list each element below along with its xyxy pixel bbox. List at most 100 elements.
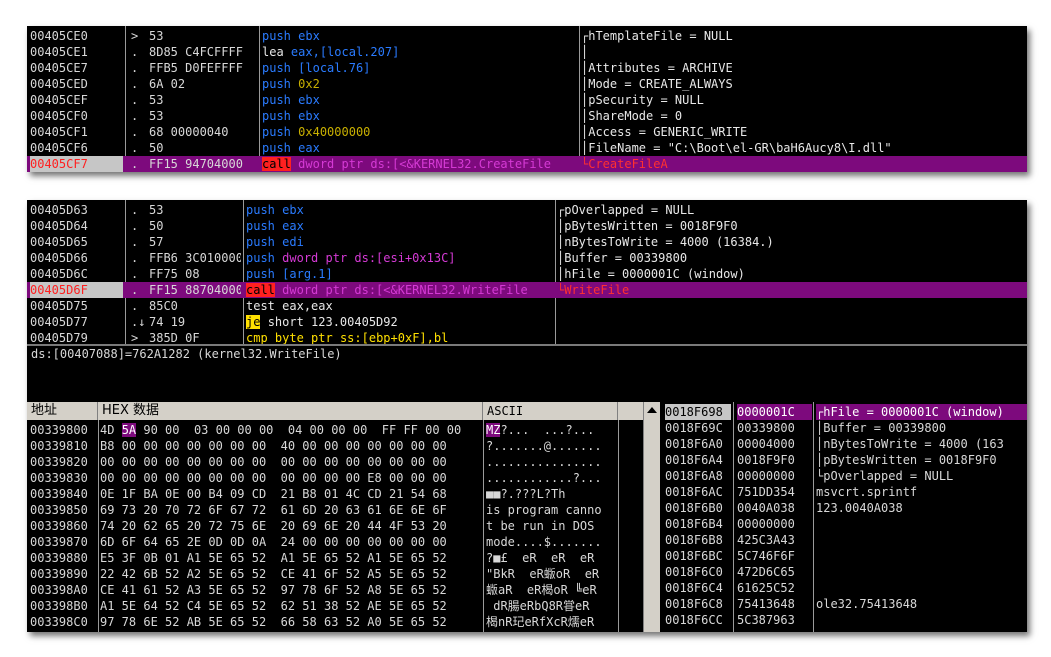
stack-row[interactable]: 0018F6B0 0040A038 123.0040A038	[659, 500, 1027, 516]
stack-value: 75413648	[737, 597, 795, 611]
dump-hex: 00 00 00 00 00 00 00 00 00 00 00 00 00 0…	[100, 454, 482, 470]
dump-row[interactable]: 00339800 4D 5A 90 00 03 00 00 00 04 00 00…	[27, 422, 649, 438]
dump-header-ascii[interactable]: ASCII	[483, 402, 618, 420]
hex-dump-pane[interactable]: 地址 HEX 数据 ASCII 00339800 4D 5A 90 00 03 0…	[27, 402, 649, 632]
hex-bytes: A1 5E 64 52 C4 5E 65 52 62 51 38 52 AE 5…	[100, 599, 447, 613]
opcode-bytes: FFB6 3C010000	[149, 251, 241, 265]
comment-cell: │Mode = CREATE_ALWAYS	[581, 77, 733, 91]
dump-row[interactable]: 00339850 69 73 20 70 72 6F 67 72 61 6D 20…	[27, 502, 649, 518]
stack-row[interactable]: 0018F6AC 751DD354 msvcrt.sprintf	[659, 484, 1027, 500]
hex-bytes: B8 00 00 00 00 00 00 00 40 00 00 00 00 0…	[100, 439, 447, 453]
disasm-row[interactable]: 00405CF1. 68 00000040 push 0x40000000 │Acce…	[27, 124, 1027, 140]
disasm-pane[interactable]: 00405D63. 53 push ebx ┌pOverlapped = NULL 00…	[27, 200, 1027, 344]
disasm-row[interactable]: 00405CF0. 53 push ebx │ShareMode = 0	[27, 108, 1027, 124]
flow-mark: .	[131, 203, 139, 217]
hex-bytes: 97 78 6E 52 AB 5E 65 52 66 58 63 52 A0 5…	[100, 615, 447, 629]
disasm-row[interactable]: 00405CEF. 53 push ebx │pSecurity = NULL	[27, 92, 1027, 108]
opcode-bytes: FFB5 D0FEFFFF	[149, 61, 243, 75]
address-cell: 00405D77	[30, 315, 88, 329]
disasm-row[interactable]: 00405D66. FFB6 3C010000 push dword ptr ds:…	[27, 250, 1027, 266]
disasm-row[interactable]: 00405CE0 >53 push ebx ┌hTemplateFile = NULL	[27, 28, 1027, 44]
opcode-bytes: 50	[149, 141, 164, 155]
hex-bytes: 90 00 03 00 00 00 04 00 00 00 FF FF 00 0…	[136, 423, 462, 437]
comment-cell: │Buffer = 00339800	[557, 251, 688, 265]
dump-header-hex[interactable]: HEX 数据	[98, 402, 483, 420]
comment-cell: │	[581, 45, 589, 59]
dump-row[interactable]: 00339810 B8 00 00 00 00 00 00 00 40 00 00…	[27, 438, 649, 454]
stack-row[interactable]: 0018F6C4 61625C52	[659, 580, 1027, 596]
dump-row[interactable]: 003398C0 97 78 6E 52 AB 5E 65 52 66 58 63…	[27, 614, 649, 630]
dump-row[interactable]: 003398A0 CE 41 61 52 A3 5E 65 52 97 78 6F…	[27, 582, 649, 598]
stack-address: 0018F6A4	[665, 453, 723, 467]
dump-header-address[interactable]: 地址	[27, 402, 98, 420]
dump-row[interactable]: 00339890 22 42 6B 52 A2 5E 65 52 CE 41 6F…	[27, 566, 649, 582]
dump-ascii: "BkR eR蝂oR eR	[486, 566, 617, 582]
dump-row[interactable]: 00339870 6D 6F 64 65 2E 0D 0D 0A 24 00 00…	[27, 534, 649, 550]
stack-comment: │nBytesToWrite = 4000 (163	[816, 437, 1004, 451]
disasm-row[interactable]: 00405D6C. FF75 08 push [arg.1] │hFile = 000…	[27, 266, 1027, 282]
disasm-row[interactable]: 00405CE7. FFB5 D0FEFFFF push [local.76] │At…	[27, 60, 1027, 76]
stack-row[interactable]: 0018F698 0000001C ┌hFile = 0000001C (windo…	[659, 404, 1027, 420]
dump-row[interactable]: 00339820 00 00 00 00 00 00 00 00 00 00 00…	[27, 454, 649, 470]
stack-row[interactable]: 0018F6BC 5C746F6F	[659, 548, 1027, 564]
operand: ebx	[298, 29, 320, 43]
mnemonic: cmp	[246, 331, 268, 344]
address-cell: 00405D6C	[30, 267, 88, 281]
stack-row[interactable]: 0018F6A0 00004000 │nBytesToWrite = 4000 (1…	[659, 436, 1027, 452]
stack-row[interactable]: 0018F6C0 472D6C65	[659, 564, 1027, 580]
stack-row[interactable]: 0018F6C8 75413648 ole32.75413648	[659, 596, 1027, 612]
stack-row[interactable]: 0018F6A4 0018F9F0 │pBytesWritten = 0018F9F…	[659, 452, 1027, 468]
dump-address: 00339890	[30, 567, 88, 581]
dump-address: 00339810	[30, 439, 88, 453]
address-cell: 00405CF1	[30, 125, 88, 139]
disasm-row[interactable]: 00405D75. 85C0 test eax,eax	[27, 298, 1027, 314]
stack-comment	[816, 532, 1027, 548]
stack-row[interactable]: 0018F6A8 00000000 └pOverlapped = NULL	[659, 468, 1027, 484]
mnemonic: push	[262, 77, 291, 91]
dump-scrollbar[interactable]	[643, 402, 660, 632]
stack-row[interactable]: 0018F6B4 00000000	[659, 516, 1027, 532]
dump-ascii: t be run in DOS	[486, 518, 617, 534]
dump-ascii: ?■£ eR eR eR	[486, 550, 617, 566]
dump-row[interactable]: 00339830 00 00 00 00 00 00 00 00 00 00 00…	[27, 470, 649, 486]
disasm-row[interactable]: 00405D6F. FF15 88704000 call dword ptr ds:…	[27, 282, 1027, 298]
dump-address: 00339830	[30, 471, 88, 485]
opcode-bytes: 385D 0F	[149, 331, 200, 344]
hex-bytes: 22 42 6B 52 A2 5E 65 52 CE 41 6F 52 A5 5…	[100, 567, 447, 581]
disasm-row[interactable]: 00405D77 .↓ 74 19 je short 123.00405D92	[27, 314, 1027, 330]
disasm-row[interactable]: 00405D64. 50 push eax │pBytesWritten = 0018…	[27, 218, 1027, 234]
disasm-row[interactable]: 00405CE1. 8D85 C4FCFFFF lea eax,[local.207…	[27, 44, 1027, 60]
disasm-row[interactable]: 00405CED. 6A 02 push 0x2 │Mode = CREATE_ALW…	[27, 76, 1027, 92]
flow-mark: .	[131, 156, 147, 172]
dump-row[interactable]: 00339880 E5 3F 0B 01 A1 5E 65 52 A1 5E 65…	[27, 550, 649, 566]
disasm-row[interactable]: 00405CF7. FF15 94704000 call dword ptr ds:…	[27, 156, 1027, 172]
stack-pane[interactable]: 0018F698 0000001C ┌hFile = 0000001C (windo…	[659, 402, 1027, 632]
disasm-row[interactable]: 00405D79 >385D 0F cmp byte ptr ss:[ebp+0xF…	[27, 330, 1027, 344]
dump-row[interactable]: 003398B0 A1 5E 64 52 C4 5E 65 52 62 51 38…	[27, 598, 649, 614]
comment-cell	[557, 330, 1027, 344]
comment-cell	[557, 298, 1027, 314]
disasm-row[interactable]: 00405D65. 57 push edi │nBytesToWrite = 4000…	[27, 234, 1027, 250]
mnemonic: je	[246, 315, 261, 329]
hex-selected-byte[interactable]: 5A	[121, 423, 137, 437]
disasm-row[interactable]: 00405D63. 53 push ebx ┌pOverlapped = NULL	[27, 202, 1027, 218]
operand: eax	[282, 219, 304, 233]
disasm-row[interactable]: 00405CF6. 50 push eax │FileName = "C:\Boot\…	[27, 140, 1027, 156]
stack-row[interactable]: 0018F69C 00339800 │Buffer = 00339800	[659, 420, 1027, 436]
dump-row[interactable]: 00339860 74 20 62 65 20 72 75 6E 20 69 6E…	[27, 518, 649, 534]
flow-mark: .	[131, 93, 139, 107]
dump-row[interactable]: 00339840 0E 1F BA 0E 00 B4 09 CD 21 B8 01…	[27, 486, 649, 502]
address-cell: 00405D64	[30, 219, 88, 233]
stack-value: 0000001C	[737, 404, 812, 420]
comment-cell: ┌hTemplateFile = NULL	[581, 29, 733, 43]
stack-address: 0018F6C4	[665, 581, 723, 595]
operand: dword ptr ds:[esi+0x13C]	[282, 251, 456, 265]
ascii-selected: MZ	[486, 423, 501, 437]
dump-ascii: 楬nR玘eRfXcR燸eR	[486, 614, 617, 630]
stack-row[interactable]: 0018F6CC 5C387963	[659, 612, 1027, 628]
stack-row[interactable]: 0018F6B8 425C3A43	[659, 532, 1027, 548]
opcode-bytes: 8D85 C4FCFFFF	[149, 45, 243, 59]
operand: eax,eax	[282, 299, 333, 313]
scroll-up-arrow-icon[interactable]	[647, 407, 657, 413]
mnemonic: push	[246, 267, 275, 281]
